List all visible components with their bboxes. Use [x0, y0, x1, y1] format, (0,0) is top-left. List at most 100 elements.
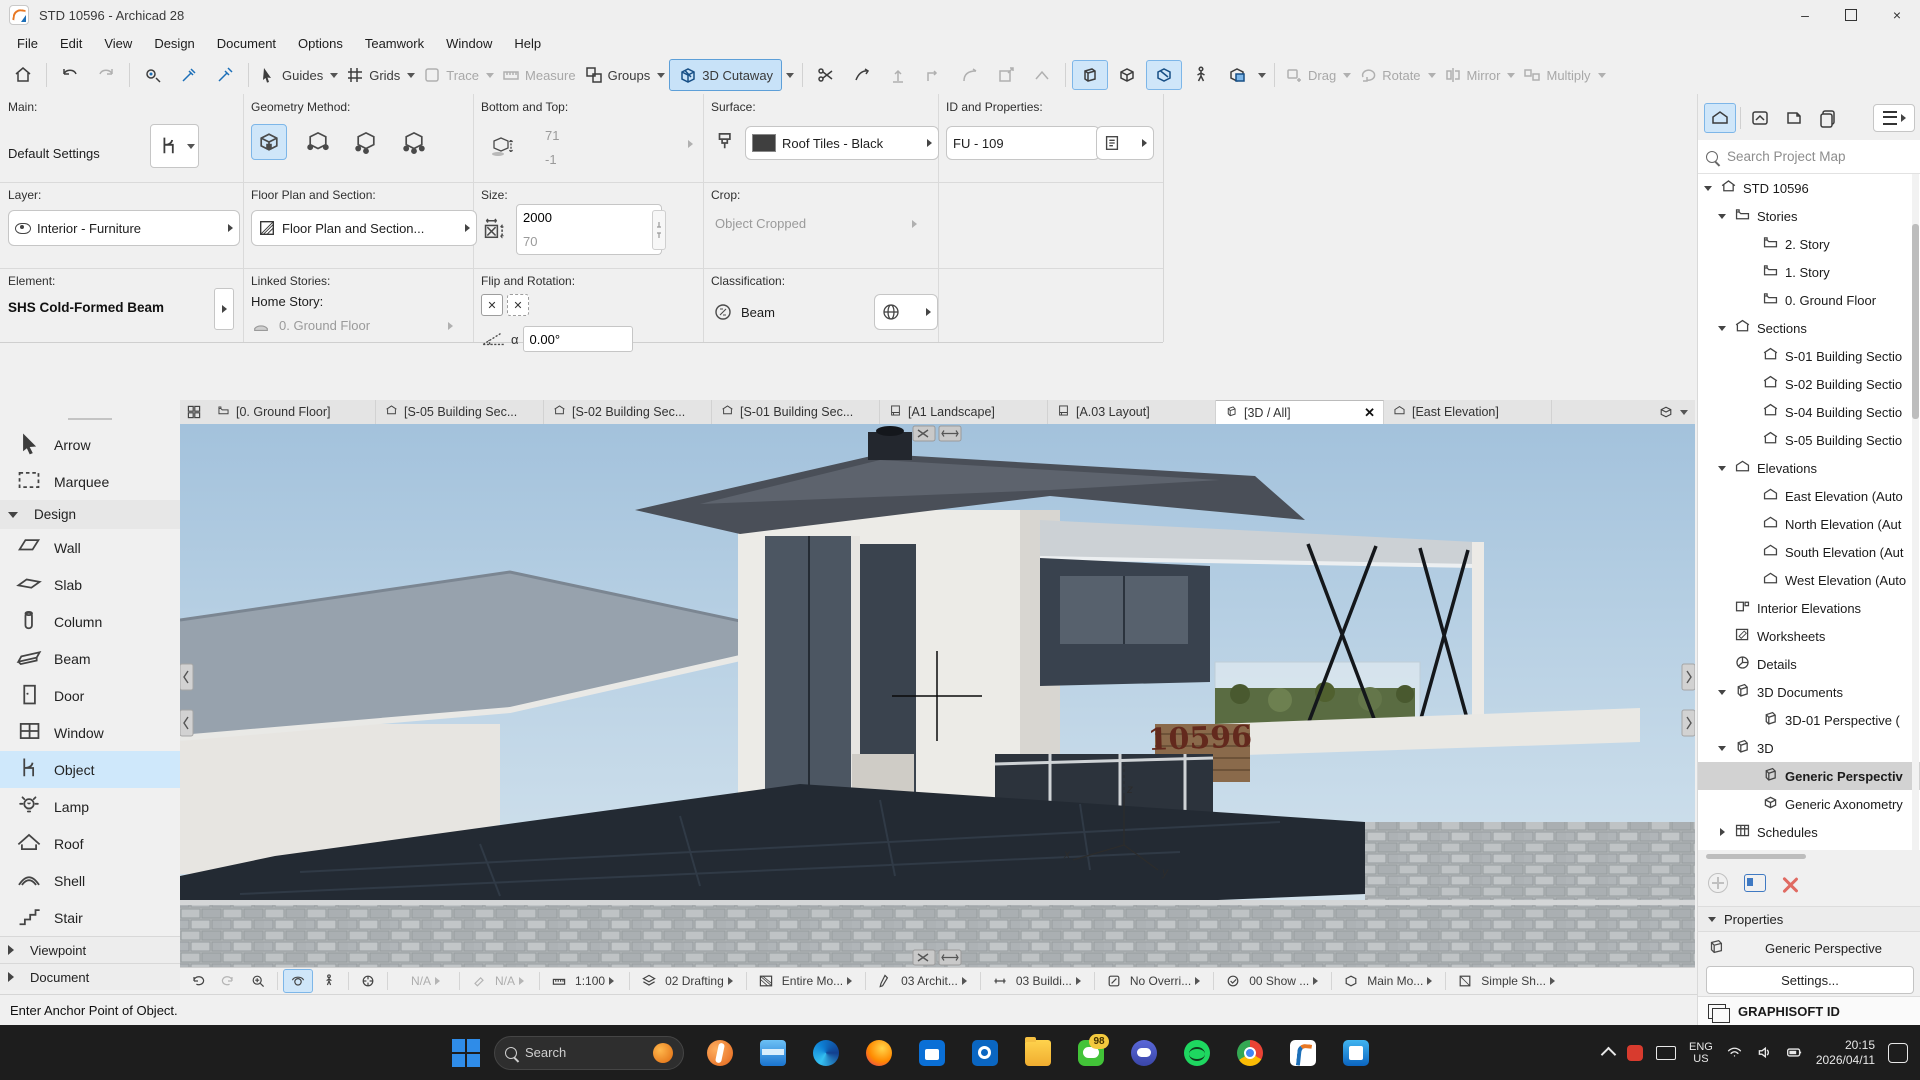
- layer-combination[interactable]: 02 Drafting: [665, 974, 724, 988]
- tree-chevron[interactable]: [1716, 214, 1728, 219]
- tree-item[interactable]: Sections: [1698, 314, 1920, 342]
- view-box-button[interactable]: [1110, 61, 1144, 89]
- tree-item[interactable]: Interior Elevations: [1698, 594, 1920, 622]
- surface-expander[interactable]: [927, 139, 932, 147]
- 3d-model-scene[interactable]: 10596 z x y: [180, 424, 1695, 967]
- grids-button[interactable]: Grids: [342, 61, 403, 89]
- tree-item[interactable]: Worksheets: [1698, 622, 1920, 650]
- trace-dropdown[interactable]: [486, 73, 494, 78]
- geometry-inclined-button[interactable]: [349, 125, 383, 159]
- next-view-button[interactable]: [214, 970, 242, 992]
- measure-button[interactable]: Measure: [498, 61, 579, 89]
- publisher-button[interactable]: [1813, 104, 1843, 132]
- cutaway-view-button[interactable]: [1146, 60, 1182, 90]
- cutaway-button[interactable]: 3D Cutaway: [669, 59, 782, 91]
- undo-button[interactable]: [53, 61, 87, 89]
- redo-button[interactable]: [89, 61, 123, 89]
- toolbox-item[interactable]: Beam: [0, 640, 180, 677]
- size-link-toggle[interactable]: [652, 210, 666, 250]
- tree-item[interactable]: 1. Story: [1698, 258, 1920, 286]
- tree-item[interactable]: 3D-01 Perspective (: [1698, 706, 1920, 734]
- taskbar-app[interactable]: [806, 1033, 846, 1073]
- menu-item[interactable]: Teamwork: [354, 32, 435, 55]
- orbit-button[interactable]: [283, 969, 313, 993]
- taskbar-app[interactable]: [753, 1033, 793, 1073]
- renovation-filter[interactable]: 00 Show ...: [1249, 974, 1309, 988]
- keyboard-icon[interactable]: [1656, 1046, 1676, 1060]
- tab-list-dropdown[interactable]: [1651, 400, 1695, 424]
- home-button[interactable]: [6, 61, 40, 89]
- id-field[interactable]: FU - 109: [946, 126, 1100, 160]
- search-input[interactable]: [1725, 148, 1889, 165]
- navigator-menu-button[interactable]: [1873, 104, 1915, 132]
- view-tab[interactable]: [S-05 Building Sec... ✕: [376, 400, 544, 424]
- properties-expander[interactable]: [1142, 139, 1147, 147]
- tree-scrollbar[interactable]: [1912, 174, 1919, 850]
- adjust-button[interactable]: [845, 61, 879, 89]
- view-tab[interactable]: [S-02 Building Sec... ✕: [544, 400, 712, 424]
- pen-set[interactable]: 03 Archit...: [901, 974, 958, 988]
- project-map-search[interactable]: [1698, 140, 1920, 174]
- default-settings-dropdown[interactable]: [184, 124, 199, 168]
- view-dropdown[interactable]: [1258, 73, 1266, 78]
- angle-field[interactable]: 0.00°: [523, 326, 633, 352]
- tree-chevron[interactable]: [1716, 466, 1728, 471]
- tab-close-icon[interactable]: ✕: [1364, 405, 1375, 421]
- tree-item[interactable]: Generic Axonometry: [1698, 790, 1920, 818]
- flip-y-checkbox[interactable]: ✕: [507, 294, 529, 316]
- menu-item[interactable]: Help: [503, 32, 552, 55]
- rotate-button[interactable]: Rotate: [1355, 61, 1423, 89]
- tree-item[interactable]: S-02 Building Sectio: [1698, 370, 1920, 398]
- graphisoft-id-bar[interactable]: GRAPHISOFT ID: [1698, 996, 1920, 1025]
- start-button[interactable]: [452, 1039, 480, 1067]
- linked-stories-expander[interactable]: [448, 322, 453, 330]
- top-value[interactable]: 71: [545, 128, 559, 143]
- toolbox-item[interactable]: Column: [0, 603, 180, 640]
- tree-scrollbar-thumb[interactable]: [1912, 224, 1919, 419]
- taskbar-app[interactable]: [700, 1033, 740, 1073]
- trace-button[interactable]: Trace: [419, 61, 482, 89]
- rotate-dropdown[interactable]: [1428, 73, 1436, 78]
- properties-button[interactable]: [1096, 126, 1154, 160]
- taskbar-app[interactable]: [1018, 1033, 1058, 1073]
- flip-x-checkbox[interactable]: ✕: [481, 294, 503, 316]
- view-tab[interactable]: [East Elevation] ✕: [1384, 400, 1552, 424]
- taskbar-search[interactable]: Search: [494, 1036, 684, 1070]
- tree-item[interactable]: 3D: [1698, 734, 1920, 762]
- geometry-simple-button[interactable]: [251, 124, 287, 160]
- view-settings-button[interactable]: [1744, 874, 1766, 892]
- tray-app-icon[interactable]: [1627, 1045, 1643, 1061]
- mirror-button[interactable]: Mirror: [1440, 61, 1504, 89]
- menu-item[interactable]: Design: [143, 32, 205, 55]
- classification-button[interactable]: [874, 294, 938, 330]
- tree-item[interactable]: North Elevation (Aut: [1698, 510, 1920, 538]
- tree-item[interactable]: 0. Ground Floor: [1698, 286, 1920, 314]
- menu-item[interactable]: Edit: [49, 32, 93, 55]
- properties-header[interactable]: Properties: [1698, 906, 1920, 932]
- tree-chevron[interactable]: [1702, 186, 1714, 191]
- project-map-button[interactable]: [1704, 103, 1736, 133]
- previous-view-button[interactable]: [184, 970, 212, 992]
- fillet-button[interactable]: [953, 61, 987, 89]
- toolbox-item[interactable]: Wall: [0, 529, 180, 566]
- guides-dropdown[interactable]: [330, 73, 338, 78]
- tree-hscrollbar[interactable]: [1706, 854, 1806, 859]
- toolbox-item[interactable]: Marquee: [0, 463, 180, 500]
- tree-chevron[interactable]: [1716, 746, 1728, 751]
- layer-field[interactable]: Interior - Furniture: [8, 210, 240, 246]
- menu-item[interactable]: File: [6, 32, 49, 55]
- tree-item[interactable]: STD 10596: [1698, 174, 1920, 202]
- tree-item[interactable]: Generic Perspectiv: [1698, 762, 1920, 790]
- geometry-polyline-button[interactable]: [397, 125, 431, 159]
- view-map-button[interactable]: [1745, 104, 1775, 132]
- 3d-viewport[interactable]: 10596 z x y: [180, 424, 1695, 967]
- tree-item[interactable]: 3D Documents: [1698, 678, 1920, 706]
- fill-dropdown[interactable]: [519, 977, 524, 985]
- taskbar-app[interactable]: [965, 1033, 1005, 1073]
- toolbox-item[interactable]: Window: [0, 714, 180, 751]
- view-tab[interactable]: [A1 Landscape] ✕: [880, 400, 1048, 424]
- tree-chevron[interactable]: [1716, 828, 1728, 836]
- crop-expander[interactable]: [912, 220, 917, 228]
- surface-field[interactable]: Roof Tiles - Black: [745, 126, 939, 160]
- close-button[interactable]: ×: [1874, 0, 1920, 30]
